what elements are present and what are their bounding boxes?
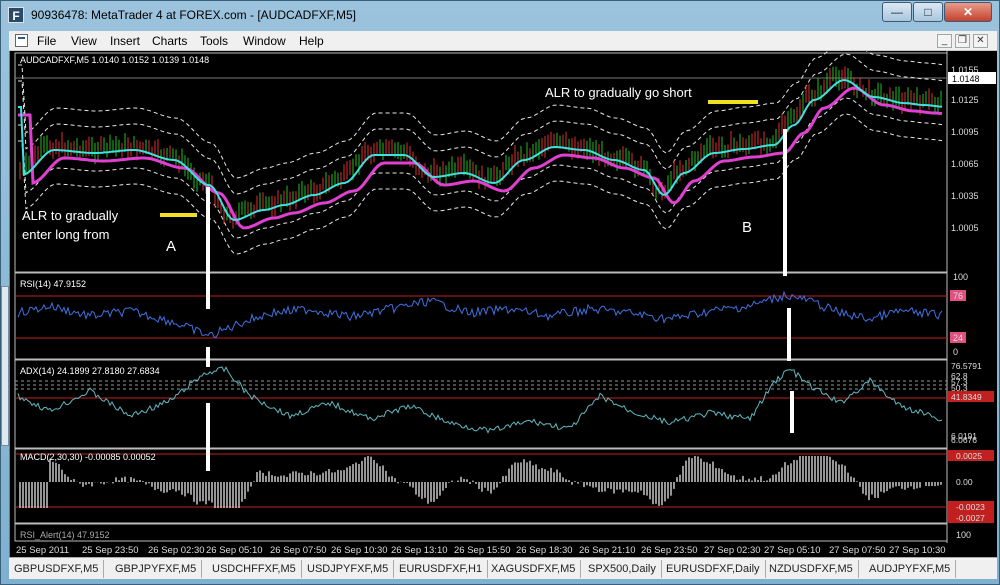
current-price-label: 1.0148: [952, 74, 980, 84]
window-title: 90936478: MetaTrader 4 at FOREX.com - [A…: [31, 8, 357, 22]
time-axis-label: 27 Sep 10:30: [889, 545, 946, 556]
symbol-tab[interactable]: GBPUSDFXF,M5: [9, 560, 105, 578]
price-tick-label: 1.0095: [951, 127, 979, 137]
time-axis-label: 26 Sep 05:10: [206, 545, 263, 556]
symbol-tab[interactable]: EURUSDFXF,H1: [394, 560, 489, 578]
adx-tick-label: 41.8349: [951, 392, 982, 402]
bottom-indicator-header: RSI_Alert(14) 47.9152: [20, 530, 110, 540]
annotation-short: ALR to gradually go short: [545, 85, 692, 100]
symbol-tab[interactable]: NZDUSDFXF,M5: [764, 560, 859, 578]
menu-window[interactable]: Window: [243, 34, 286, 48]
macd-tick-label: 0.00: [956, 477, 973, 487]
price-tick-label: 1.0065: [951, 159, 979, 169]
chart-document-icon[interactable]: [15, 34, 28, 47]
time-axis-label: 27 Sep 05:10: [764, 545, 821, 556]
macd-tick-label: 0.0025: [956, 451, 982, 461]
symbol-tab[interactable]: GBPJPYFXF,M5: [110, 560, 203, 578]
indicator-pane: [14, 272, 948, 360]
time-axis-label: 26 Sep 13:10: [391, 545, 448, 556]
close-button[interactable]: ✕: [944, 2, 992, 22]
macd-header: MACD(2,30,30) -0.00085 0.00052: [20, 452, 156, 462]
price-tick-label: 1.0035: [951, 191, 979, 201]
main-chart-header: AUDCADFXF,M5 1.0140 1.0152 1.0139 1.0148: [20, 55, 209, 65]
adx-tick-label: 6.0676: [951, 435, 977, 445]
rsi-line: [17, 290, 943, 338]
maximize-button[interactable]: □: [913, 2, 943, 22]
menu-bar: File View Insert Charts Tools Window Hel…: [9, 31, 997, 51]
annotation-long-line1: ALR to gradually: [22, 208, 119, 223]
symbol-tab-bar: GBPUSDFXF,M5 GBPJPYFXF,M5 USDCHFFXF,M5 U…: [9, 557, 997, 579]
menu-tools[interactable]: Tools: [200, 34, 228, 48]
time-axis-label: 26 Sep 02:30: [148, 545, 205, 556]
time-axis-label: 25 Sep 23:50: [82, 545, 139, 556]
title-bar[interactable]: F 90936478: MetaTrader 4 at FOREX.com - …: [1, 1, 1000, 31]
rsi-header: RSI(14) 47.9152: [20, 279, 86, 289]
metatrader-app-icon[interactable]: F: [8, 7, 24, 23]
indicator-pane: [14, 52, 948, 273]
menu-view[interactable]: View: [71, 34, 97, 48]
mdi-restore-button[interactable]: ❐: [955, 34, 970, 48]
envelope-band: [18, 113, 943, 255]
time-axis-label: 26 Sep 10:30: [331, 545, 388, 556]
time-axis-label: 26 Sep 21:10: [579, 545, 636, 556]
price-tick-label: 1.0125: [951, 95, 979, 105]
symbol-tab[interactable]: AUDJPYFXF,M5: [864, 560, 957, 578]
symbol-tab[interactable]: XAGUSDFXF,M5: [486, 560, 582, 578]
indicator-pane: [14, 523, 948, 542]
bottom-indicator-tick: 100: [956, 530, 971, 540]
mdi-minimize-button[interactable]: _: [937, 34, 952, 48]
time-axis-label: 27 Sep 02:30: [704, 545, 761, 556]
time-axis-label: 25 Sep 2011: [16, 545, 69, 556]
envelope-band: [18, 97, 943, 239]
time-axis-label: 26 Sep 18:30: [516, 545, 573, 556]
macd-tick-label: -0.0027: [956, 513, 985, 523]
annotation-long-line2: enter long from: [22, 227, 109, 242]
symbol-tab[interactable]: SPX500,Daily: [583, 560, 662, 578]
mdi-close-button[interactable]: ✕: [973, 34, 988, 48]
adx-header: ADX(14) 24.1899 27.8180 27.6834: [20, 366, 160, 376]
time-axis-label: 26 Sep 15:50: [454, 545, 511, 556]
symbol-tab[interactable]: USDCHFFXF,M5: [207, 560, 302, 578]
price-chart[interactable]: 1.01551.01251.00951.00651.00351.00051.01…: [10, 51, 998, 557]
annotation-label-a: A: [166, 238, 176, 255]
menu-insert[interactable]: Insert: [110, 34, 140, 48]
rsi-tick-label: 100: [953, 272, 968, 282]
main-window: F 90936478: MetaTrader 4 at FOREX.com - …: [0, 0, 1000, 585]
rsi-tick-label: 0: [953, 347, 958, 357]
side-panel-edge[interactable]: [1, 286, 9, 446]
menu-file[interactable]: File: [37, 34, 56, 48]
macd-tick-label: -0.0023: [956, 502, 985, 512]
annotation-label-b: B: [742, 219, 752, 236]
symbol-tab[interactable]: EURUSDFXF,Daily: [661, 560, 766, 578]
time-axis-label: 26 Sep 23:50: [641, 545, 698, 556]
rsi-tick-label: 24: [953, 333, 963, 343]
menu-help[interactable]: Help: [299, 34, 324, 48]
minimize-button[interactable]: —: [882, 2, 912, 22]
price-tick-label: 1.0005: [951, 223, 979, 233]
rsi-tick-label: 76: [953, 291, 963, 301]
time-axis-label: 27 Sep 07:50: [829, 545, 886, 556]
adx-tick-label: 76.5791: [951, 361, 982, 371]
chart-window[interactable]: 1.0155 1.0125 1.0095 1.0065 1.0035 1.0005 1.01…: [9, 51, 997, 557]
symbol-tab[interactable]: USDJPYFXF,M5: [302, 560, 395, 578]
menu-charts[interactable]: Charts: [152, 34, 187, 48]
time-axis-label: 26 Sep 07:50: [270, 545, 327, 556]
adx-line: [17, 366, 943, 434]
